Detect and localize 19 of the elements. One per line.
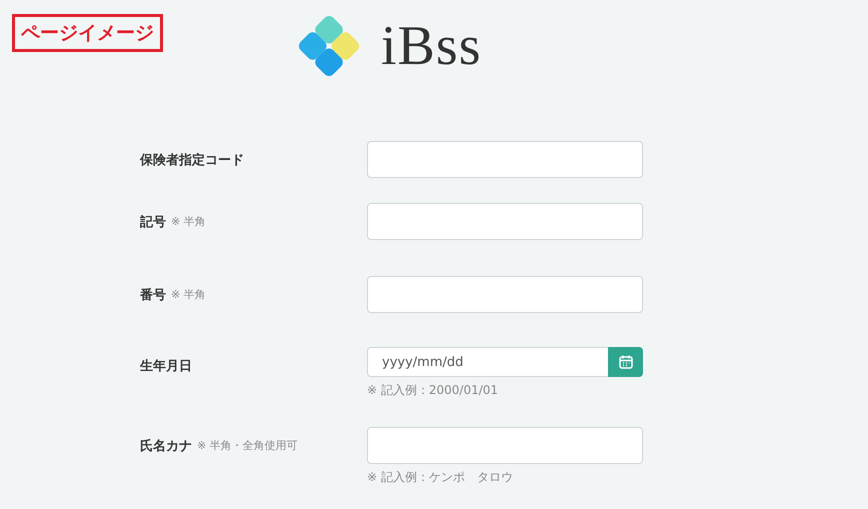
logo-text: iBss — [381, 16, 482, 76]
text-field[interactable] — [367, 276, 643, 313]
text-field[interactable] — [367, 427, 643, 464]
calendar-icon — [618, 354, 634, 370]
page-label: ページイメージ — [12, 14, 163, 52]
field-note: ※ 半角 — [171, 214, 206, 229]
field-label: 番号 — [140, 286, 166, 304]
date-field[interactable]: yyyy/mm/dd — [367, 347, 608, 377]
field-label: 生年月日 — [140, 358, 192, 375]
field-note: ※ 半角・全角使用可 — [197, 438, 298, 453]
calendar-button[interactable] — [608, 347, 643, 377]
field-label: 記号 — [140, 214, 166, 230]
field-label: 氏名カナ — [140, 438, 192, 454]
field-note: ※ 半角 — [171, 287, 206, 302]
text-field[interactable] — [367, 203, 643, 240]
field-hint: ※ 記入例：ケンポ タロウ — [367, 469, 514, 486]
field-hint: ※ 記入例：2000/01/01 — [367, 382, 500, 399]
field-label: 保険者指定コード — [140, 152, 244, 168]
text-field[interactable] — [367, 141, 643, 178]
